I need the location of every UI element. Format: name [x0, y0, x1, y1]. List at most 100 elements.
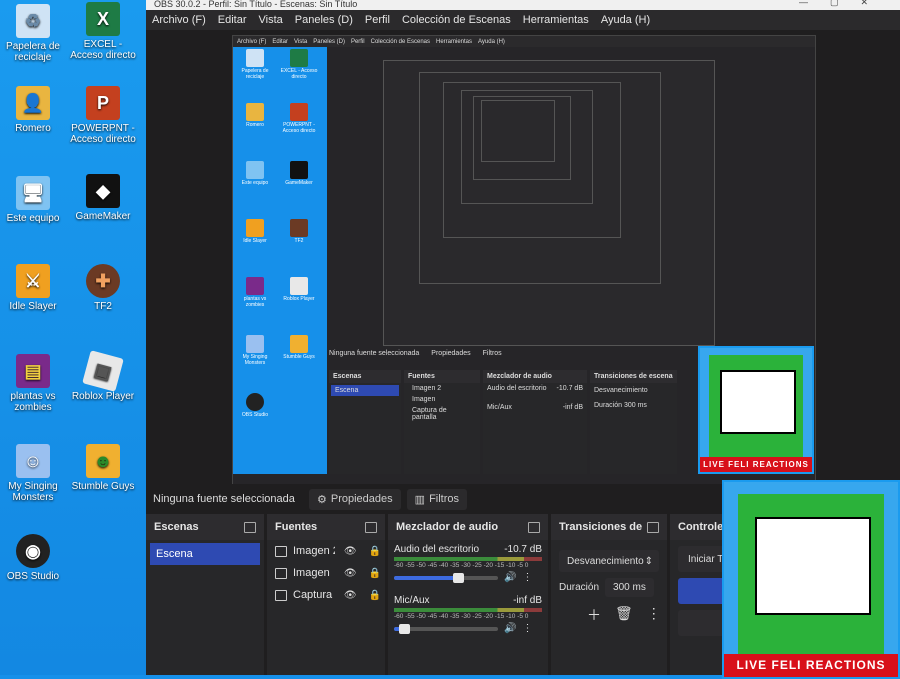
visibility-eye-icon[interactable]: 👁	[344, 590, 357, 601]
desktop-icon-plantas-vs-zombies[interactable]: ▤ plantas vs zombies	[0, 354, 66, 413]
nested-menu-archivo: Archivo (F)	[237, 38, 267, 45]
menu-coleccion-escenas[interactable]: Colección de Escenas	[396, 14, 517, 26]
volume-slider[interactable]	[394, 572, 498, 583]
nested-menu-perfil: Perfil	[350, 38, 365, 45]
speaker-icon[interactable]: 🔊	[504, 572, 516, 583]
nested-menu-vista: Vista	[294, 38, 308, 45]
volume-meter	[394, 557, 542, 561]
transitions-dock: Transiciones de escena Desvanecimiento ⇕…	[551, 514, 667, 675]
window-title: OBS 30.0.2 - Perfil: Sin Título - Escena…	[154, 0, 358, 9]
nested-source-bar: Ninguna fuente seleccionada Propiedades …	[329, 350, 502, 357]
excel-icon: X	[86, 2, 120, 36]
facecam-banner: LIVE FELI REACTIONS	[724, 653, 898, 677]
nested-menu-bar: Archivo (F) Editar Vista Paneles (D) Per…	[233, 36, 815, 47]
lock-icon[interactable]: 🔒	[369, 568, 381, 579]
undock-icon[interactable]	[244, 521, 256, 533]
menu-perfil[interactable]: Perfil	[359, 14, 396, 26]
nested-frame-6	[481, 100, 555, 162]
nested-icon-romero: Romero	[235, 103, 275, 128]
menu-vista[interactable]: Vista	[253, 14, 289, 26]
channel-db: -inf dB	[513, 595, 542, 606]
no-source-label: Ninguna fuente seleccionada	[153, 493, 295, 505]
volume-meter	[394, 608, 542, 612]
more-options-icon[interactable]: ⋮	[522, 623, 532, 634]
window-controls[interactable]: —▢✕	[799, 0, 890, 7]
desktop-icon-stumble-guys[interactable]: ☻ Stumble Guys	[70, 444, 136, 492]
meter-ticks: -60 -55 -50 -45 -40 -35 -30 -25 -20 -15 …	[394, 613, 529, 620]
computer-icon: 🖥	[16, 176, 50, 210]
sources-dock: Fuentes Imagen 2 👁 🔒 Imagen 👁 🔒 Captura …	[267, 514, 385, 675]
filter-icon: ▥	[414, 493, 426, 506]
trash-icon[interactable]: 🗑	[615, 605, 633, 625]
nested-icon-powerpoint: POWERPNT - Acceso directo	[279, 103, 319, 134]
desktop-icon-roblox[interactable]: ▣ Roblox Player	[70, 350, 136, 402]
powerpoint-icon: P	[86, 86, 120, 120]
preview-canvas[interactable]: Archivo (F) Editar Vista Paneles (D) Per…	[146, 30, 900, 504]
preview-facecam-banner: LIVE FELI REACTIONS	[700, 457, 812, 472]
undock-icon[interactable]	[647, 521, 659, 533]
desktop-icon-tf2[interactable]: ✚ TF2	[70, 264, 136, 312]
source-row[interactable]: Imagen 2 👁 🔒	[267, 540, 385, 562]
stumble-icon: ☻	[86, 444, 120, 478]
desktop-icon-powerpoint[interactable]: P POWERPNT - Acceso directo	[70, 86, 136, 145]
menu-archivo[interactable]: Archivo (F)	[146, 14, 212, 26]
obs-icon: ◉	[16, 534, 50, 568]
channel-db: -10.7 dB	[504, 544, 542, 555]
volume-slider[interactable]	[394, 623, 498, 634]
user-folder-icon: 👤	[16, 86, 50, 120]
desktop-icon-my-singing-monsters[interactable]: ☺ My Singing Monsters	[0, 444, 66, 503]
nested-icon-gamemaker: GameMaker	[279, 161, 319, 186]
transitions-dock-header: Transiciones de escena	[551, 514, 667, 540]
mixer-channel-mic: Mic/Aux -inf dB -60 -55 -50 -45 -40 -35 …	[388, 591, 548, 634]
audio-mixer-dock: Mezclador de audio Audio del escritorio …	[388, 514, 548, 675]
lock-icon[interactable]: 🔒	[369, 590, 381, 601]
menu-paneles[interactable]: Paneles (D)	[289, 14, 359, 26]
nested-icon-obs: OBS Studio	[235, 393, 275, 418]
obs-titlebar: OBS 30.0.2 - Perfil: Sin Título - Escena…	[146, 0, 900, 10]
sources-dock-header: Fuentes	[267, 514, 385, 540]
lock-icon[interactable]: 🔒	[369, 546, 381, 557]
duration-row: Duración 300 ms	[559, 578, 659, 597]
channel-name: Mic/Aux	[394, 595, 430, 606]
nested-icon-recycle: Papelera de reciclaje	[235, 49, 275, 80]
transition-select[interactable]: Desvanecimiento ⇕	[559, 550, 659, 572]
properties-button[interactable]: ⚙ Propiedades	[309, 488, 401, 510]
menu-ayuda[interactable]: Ayuda (H)	[595, 14, 656, 26]
desktop-icon-gamemaker[interactable]: ◆ GameMaker	[70, 174, 136, 222]
gamemaker-icon: ◆	[86, 174, 120, 208]
recycle-bin-icon: ♻	[16, 4, 50, 38]
nested-icon-equipo: Este equipo	[235, 161, 275, 186]
channel-name: Audio del escritorio	[394, 544, 480, 555]
nested-icon-idle: Idle Slayer	[235, 219, 275, 244]
undock-icon[interactable]	[365, 521, 377, 533]
preview-facecam-overlay: LIVE FELI REACTIONS	[698, 346, 814, 474]
source-row[interactable]: Captura de pantalla 👁 🔒	[267, 584, 385, 606]
nested-desktop: Papelera de reciclaje EXCEL - Acceso dir…	[233, 47, 327, 474]
gear-icon: ⚙	[317, 493, 327, 506]
duration-input[interactable]: 300 ms	[605, 578, 654, 597]
menu-herramientas[interactable]: Herramientas	[517, 14, 595, 26]
image-source-icon	[275, 545, 287, 557]
desktop-icon-romero[interactable]: 👤 Romero	[0, 86, 66, 134]
nested-menu-ayuda: Ayuda (H)	[478, 38, 505, 45]
visibility-eye-icon[interactable]: 👁	[344, 568, 357, 579]
desktop-icon-obs-studio[interactable]: ◉ OBS Studio	[0, 534, 66, 582]
obs-window: OBS 30.0.2 - Perfil: Sin Título - Escena…	[146, 0, 900, 679]
filters-button[interactable]: ▥ Filtros	[406, 488, 468, 510]
scenes-dock: Escenas Escena	[146, 514, 264, 675]
source-row[interactable]: Imagen 👁 🔒	[267, 562, 385, 584]
add-icon[interactable]: ＋	[587, 605, 601, 625]
scene-item[interactable]: Escena	[150, 543, 260, 565]
more-options-icon[interactable]: ⋮	[522, 572, 532, 583]
menu-editar[interactable]: Editar	[212, 14, 253, 26]
visibility-eye-icon[interactable]: 👁	[344, 546, 357, 557]
desktop-icon-recycle-bin[interactable]: ♻ Papelera de reciclaje	[0, 4, 66, 63]
undock-icon[interactable]	[528, 521, 540, 533]
nested-menu-herramientas: Herramientas	[436, 38, 473, 45]
speaker-icon[interactable]: 🔊	[504, 623, 516, 634]
desktop-icon-excel[interactable]: X EXCEL - Acceso directo	[70, 2, 136, 61]
desktop-icon-idle-slayer[interactable]: ⚔ Idle Slayer	[0, 264, 66, 312]
desktop-icon-este-equipo[interactable]: 🖥 Este equipo	[0, 176, 66, 224]
more-options-icon[interactable]: ⋮	[647, 605, 661, 625]
desktop: ♻ Papelera de reciclaje X EXCEL - Acceso…	[0, 0, 146, 675]
